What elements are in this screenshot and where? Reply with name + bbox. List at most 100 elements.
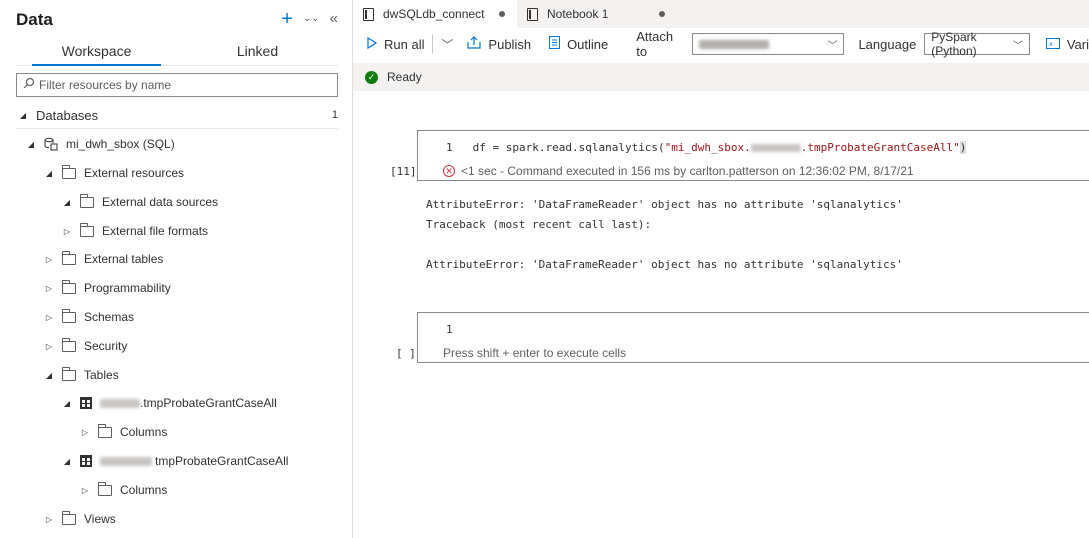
checkmark-icon: ✓ bbox=[365, 70, 378, 84]
caret-expanded-icon: ◢ bbox=[27, 139, 35, 149]
unsaved-dot-icon bbox=[499, 11, 505, 17]
chevron-down-icon: ﹀ bbox=[827, 40, 838, 52]
publish-button[interactable]: Publish bbox=[467, 36, 531, 52]
tree-label: External data sources bbox=[102, 195, 219, 209]
notebook-icon bbox=[527, 7, 538, 21]
filter-input[interactable] bbox=[39, 78, 329, 92]
code-cell-2[interactable]: 1 Press shift + enter to execute cells bbox=[417, 312, 1089, 363]
folder-icon bbox=[62, 250, 76, 265]
line-number: 1 bbox=[446, 141, 453, 154]
tree-label: .tmpProbateGrantCaseAll bbox=[140, 396, 277, 410]
tree-security[interactable]: ▷ Security bbox=[44, 335, 127, 357]
caret-collapsed-icon: ▷ bbox=[81, 485, 89, 495]
unsaved-dot-icon bbox=[659, 11, 665, 17]
tab-linked[interactable]: Linked bbox=[177, 38, 338, 65]
cell-2-exec-count: [ ] bbox=[396, 347, 416, 360]
folder-icon bbox=[80, 222, 94, 237]
tree-label: Databases bbox=[36, 107, 99, 123]
publish-label: Publish bbox=[488, 36, 532, 52]
panel-actions: + ⌄⌄ « bbox=[281, 9, 338, 29]
run-all-label: Run all bbox=[384, 36, 425, 52]
divider bbox=[16, 128, 338, 129]
folder-icon bbox=[62, 366, 76, 381]
tree-table-2-columns[interactable]: ▷ Columns bbox=[80, 479, 167, 501]
folder-icon bbox=[98, 481, 112, 496]
caret-expanded-icon: ◢ bbox=[63, 456, 71, 466]
tab-label: dwSQLdb_connect bbox=[383, 7, 485, 21]
tree-programmability[interactable]: ▷ Programmability bbox=[44, 277, 171, 299]
language-label: Language bbox=[858, 36, 917, 52]
output-line: Traceback (most recent call last): bbox=[426, 218, 652, 231]
caret-collapsed-icon: ▷ bbox=[81, 427, 89, 437]
caret-expanded-icon: ◢ bbox=[45, 168, 53, 178]
tab-notebook-1[interactable]: Notebook 1 bbox=[517, 0, 677, 28]
code-cell-1[interactable]: 1 df = spark.read.sqlanalytics("mi_dwh_sb… bbox=[417, 130, 1089, 181]
publish-icon bbox=[467, 36, 482, 52]
tree-label: External resources bbox=[84, 166, 185, 180]
databases-count: 1 bbox=[331, 109, 338, 121]
filter-box[interactable] bbox=[16, 73, 338, 97]
notebook-toolbar: Run all ﹀ Publish Outline Attach to ﹀ La… bbox=[353, 28, 1089, 60]
panel-title: Data bbox=[16, 10, 53, 29]
caret-collapsed-icon: ▷ bbox=[63, 226, 71, 236]
variables-icon: x bbox=[1045, 37, 1060, 52]
folder-icon bbox=[80, 193, 94, 208]
tree-table-2[interactable]: ◢ tmpProbateGrantCaseAll bbox=[62, 450, 288, 472]
tree-label: Columns bbox=[120, 425, 168, 439]
tree-label: External file formats bbox=[102, 224, 209, 238]
tree-table-1[interactable]: ◢ .tmpProbateGrantCaseAll bbox=[62, 392, 277, 414]
expand-all-icon[interactable]: ⌄⌄ bbox=[303, 10, 320, 28]
redacted-schema bbox=[100, 398, 140, 408]
chevron-down-icon[interactable]: ﹀ bbox=[441, 36, 453, 53]
folder-icon bbox=[62, 510, 76, 525]
code-line[interactable]: 1 df = spark.read.sqlanalytics("mi_dwh_sb… bbox=[446, 141, 967, 154]
tree-external-file-formats[interactable]: ▷ External file formats bbox=[62, 220, 208, 242]
variables-button[interactable]: x Vari bbox=[1045, 36, 1089, 52]
collapse-panel-icon[interactable]: « bbox=[330, 10, 338, 28]
panel-tabs: Workspace Linked bbox=[16, 38, 338, 66]
output-line: AttributeError: 'DataFrameReader' object… bbox=[426, 258, 903, 271]
language-select[interactable]: PySpark (Python) ﹀ bbox=[924, 30, 1030, 58]
tree-tables[interactable]: ◢ Tables bbox=[44, 364, 119, 386]
outline-button[interactable]: Outline bbox=[549, 36, 608, 52]
document-tabs: dwSQLdb_connect Notebook 1 bbox=[353, 0, 1089, 28]
sql-database-icon bbox=[44, 137, 58, 151]
add-icon[interactable]: + bbox=[281, 9, 293, 29]
caret-expanded-icon: ◢ bbox=[19, 110, 27, 120]
tree-table-1-columns[interactable]: ▷ Columns bbox=[80, 421, 167, 443]
chevron-down-icon: ﹀ bbox=[1012, 40, 1023, 52]
tree-external-data-sources[interactable]: ◢ External data sources bbox=[62, 191, 218, 213]
tab-dwsqldb-connect[interactable]: dwSQLdb_connect bbox=[353, 0, 517, 28]
tree-external-tables[interactable]: ▷ External tables bbox=[44, 248, 163, 270]
tree-external-resources[interactable]: ◢ External resources bbox=[44, 162, 184, 184]
code-line[interactable]: 1 bbox=[446, 323, 473, 336]
tab-workspace[interactable]: Workspace bbox=[16, 38, 177, 66]
attach-to-select[interactable]: ﹀ bbox=[692, 33, 845, 55]
tree-databases[interactable]: ◢ Databases bbox=[18, 104, 98, 126]
output-line: AttributeError: 'DataFrameReader' object… bbox=[426, 198, 903, 211]
variables-label: Vari bbox=[1066, 36, 1089, 52]
tree-label: External tables bbox=[84, 252, 164, 266]
folder-icon bbox=[62, 279, 76, 294]
caret-expanded-icon: ◢ bbox=[63, 398, 71, 408]
code-string-end: .tmpProbateGrantCaseAll" bbox=[800, 141, 960, 154]
cell-1-status-text: <1 sec - Command executed in 156 ms by c… bbox=[461, 164, 914, 178]
table-icon bbox=[80, 455, 92, 467]
tree-db-mi-dwh-sbox[interactable]: ◢ mi_dwh_sbox (SQL) bbox=[26, 133, 175, 155]
line-number: 1 bbox=[446, 323, 453, 336]
caret-collapsed-icon: ▷ bbox=[45, 341, 53, 351]
search-icon bbox=[23, 76, 35, 94]
play-icon bbox=[367, 36, 378, 52]
caret-expanded-icon: ◢ bbox=[63, 197, 71, 207]
tree-views[interactable]: ▷ Views bbox=[44, 508, 116, 530]
tree-schemas[interactable]: ▷ Schemas bbox=[44, 306, 134, 328]
cell-1-output: AttributeError: 'DataFrameReader' object… bbox=[426, 195, 903, 275]
code-string-start: "mi_dwh_sbox. bbox=[664, 141, 751, 154]
code-suffix: ) bbox=[959, 141, 967, 154]
session-status-bar: ✓ Ready bbox=[353, 63, 1089, 91]
status-text: Ready bbox=[387, 70, 422, 84]
code-prefix: df = spark.read.sqlanalytics( bbox=[472, 141, 665, 154]
run-all-button[interactable]: Run all bbox=[367, 36, 425, 52]
cell-2-placeholder: Press shift + enter to execute cells bbox=[443, 346, 627, 360]
tree-label: mi_dwh_sbox (SQL) bbox=[66, 137, 175, 151]
